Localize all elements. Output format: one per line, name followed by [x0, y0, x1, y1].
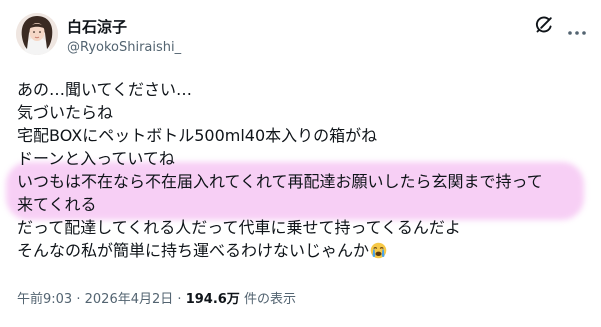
post-card: 白石涼子 @RyokoShiraishi_ あの…聞いてください… 気づいたらね…: [0, 0, 601, 327]
post-last-line: そんなの私が簡単に持ち運べるわけないじゃんか: [17, 239, 587, 262]
avatar[interactable]: [16, 13, 58, 55]
author-handle[interactable]: @RyokoShiraishi_: [67, 40, 181, 56]
views-label: 件の表示: [243, 292, 296, 307]
post-line: だって配達してくれる人だって代車に乗せて持ってくるんだよ: [17, 218, 461, 237]
meta-separator: ·: [177, 292, 182, 307]
post-time[interactable]: 午前9:03: [17, 292, 72, 307]
post-meta: 午前9:03 · 2026年4月2日 · 194.6万 件の表示: [17, 292, 296, 308]
post-line: そんなの私が簡単に持ち運べるわけないじゃんか: [17, 241, 370, 260]
post-line-highlighted: いつもは不在なら不在届入れてくれて再配達お願いしたら玄関まで持って: [17, 172, 543, 191]
meta-separator: ·: [76, 292, 81, 307]
post-line-highlighted: 来てくれる: [17, 195, 97, 214]
post-line: あの…聞いてください…: [17, 80, 193, 99]
grok-icon[interactable]: [533, 14, 555, 36]
post-line: ドーンと入っていてね: [17, 149, 175, 168]
more-icon[interactable]: [566, 22, 588, 35]
views-count: 194.6万: [185, 292, 240, 307]
post-line: 宅配BOXにペットボトル500ml40本入りの箱がね: [17, 126, 378, 145]
avatar-photo: [16, 13, 58, 55]
author-name[interactable]: 白石涼子: [67, 18, 127, 36]
post-date[interactable]: 2026年4月2日: [85, 292, 174, 307]
post-text: あの…聞いてください… 気づいたらね 宅配BOXにペットボトル500ml40本入…: [17, 78, 587, 262]
crying-face-emoji: [370, 242, 387, 259]
post-header: 白石涼子 @RyokoShiraishi_: [0, 0, 601, 70]
post-line: 気づいたらね: [17, 103, 114, 122]
